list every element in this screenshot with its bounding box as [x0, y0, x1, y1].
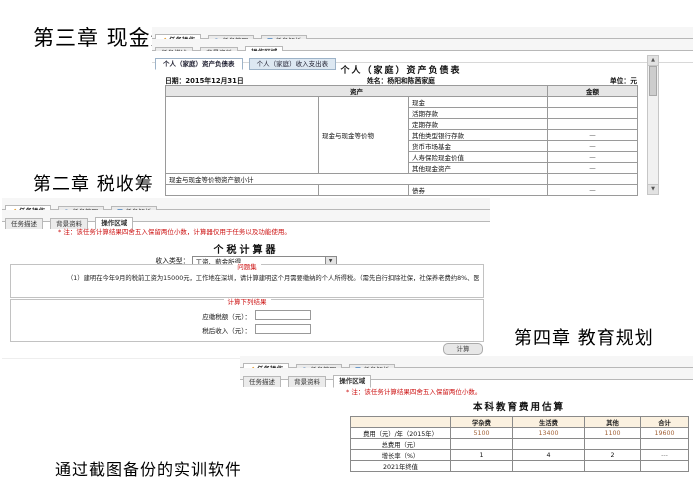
- answer-input-cell[interactable]: [513, 461, 585, 472]
- tax-calculator-title: 个税计算器: [2, 241, 490, 256]
- section-tabbar: 任务描述 背景资料 操作区域: [240, 368, 693, 380]
- result-box: 计算下列结果 应缴税额（元）： 税后收入（元）：: [10, 299, 484, 342]
- value-cell: 13400: [513, 428, 585, 439]
- corner-header: [351, 417, 451, 428]
- tax-calculator-window: 任务操作 任务管理 任务解析 任务描述 背景资料 操作区域 * 注：该任务计算结…: [2, 198, 490, 359]
- total-header: 合计: [641, 417, 689, 428]
- asset-item: 现金: [409, 97, 548, 108]
- balance-info-line: 日期：2015年12月31日 姓名：杨阳和陈茜家庭 单位：元: [165, 75, 637, 84]
- answer-input-cell[interactable]: [641, 461, 689, 472]
- question-box: 问题集 （1）建明在今年9月的税前工资为15000元，工作地在深圳，请计算建明这…: [10, 264, 484, 298]
- answer-input-cell[interactable]: [451, 461, 513, 472]
- category-cell: [166, 97, 319, 174]
- tab-background-material[interactable]: 背景资料: [288, 376, 326, 387]
- balance-unit: 单位：元: [610, 75, 637, 85]
- amount-cell: —: [548, 163, 638, 174]
- table-row: 债券 —: [166, 185, 638, 196]
- question-text: （1）建明在今年9月的税前工资为15000元，工作地在深圳，请计算建明这个月需要…: [67, 273, 479, 282]
- subtotal-label: 现金与现金等价物资产额小计: [166, 174, 548, 185]
- education-cost-table: 学杂费 生活费 其他 合计 费用（元）/年（2015年） 5100 13400 …: [350, 416, 689, 472]
- row-label: 2021年终值: [351, 461, 451, 472]
- living-header: 生活费: [513, 417, 585, 428]
- answer-input-cell[interactable]: [585, 461, 641, 472]
- balance-holder-name: 姓名：杨阳和陈茜家庭: [367, 77, 435, 85]
- screenshot-collage: 第三章 现金规划 第二章 税收筹划 第四章 教育规划 通过截图备份的实训软件题目…: [0, 0, 693, 493]
- subtotal-row: 现金与现金等价物资产额小计: [166, 174, 638, 185]
- asset-item: 定期存款: [409, 119, 548, 130]
- category-cell: [166, 185, 319, 196]
- value-cell: 5100: [451, 428, 513, 439]
- row-label: 费用（元）/年（2015年）: [351, 428, 451, 439]
- table-row: 增长率（%） 1 4 2 ---: [351, 450, 689, 461]
- answer-input-cell[interactable]: [641, 439, 689, 450]
- answer-input-cell[interactable]: [513, 439, 585, 450]
- calculate-button[interactable]: 计算: [443, 343, 483, 355]
- rounding-note: * 注：该任务计算结果四舍五入保留两位小数。: [346, 386, 481, 396]
- value-cell: 4: [513, 450, 585, 461]
- scroll-up-icon[interactable]: ▲: [648, 56, 658, 66]
- answer-input-cell[interactable]: [585, 439, 641, 450]
- amount-cell: —: [548, 130, 638, 141]
- sheet-tabbar: 个人（家庭）资产负债表 个人（家庭）收入支出表: [152, 51, 693, 63]
- row-label: 增长率（%）: [351, 450, 451, 461]
- tax-amount-label: 应缴税额（元）：: [202, 311, 251, 321]
- question-legend: 问题集: [11, 261, 483, 271]
- chapter4-label: 第四章 教育规划: [514, 324, 654, 350]
- amount-cell: —: [548, 152, 638, 163]
- asset-item: 其他现金资产: [409, 163, 548, 174]
- amount-cell: —: [548, 141, 638, 152]
- balance-sheet-window: 任务操作 任务管理 任务解析 任务描述 背景资料 操作区域 个人（家庭）资产负债…: [152, 27, 693, 197]
- tax-amount-input[interactable]: [255, 310, 311, 320]
- asset-item: 货币市场基金: [409, 141, 548, 152]
- result-legend: 计算下列结果: [11, 296, 483, 306]
- group-label-cell: 现金与现金等价物: [319, 97, 409, 174]
- value-cell: 2: [585, 450, 641, 461]
- value-cell: 19600: [641, 428, 689, 439]
- amount-header: 金额: [548, 86, 638, 97]
- table-header-row: 资产 金额: [166, 86, 638, 97]
- asset-item: 活期存款: [409, 108, 548, 119]
- calculation-note: * 注：该任务计算结果四舍五入保留两位小数，计算器仅用于任务以及功能使用。: [58, 226, 291, 236]
- after-tax-row: 税后收入（元）：: [11, 324, 483, 334]
- amount-input-cell[interactable]: [548, 108, 638, 119]
- value-cell: 1100: [585, 428, 641, 439]
- tuition-header: 学杂费: [451, 417, 513, 428]
- row-label: 总费用（元）: [351, 439, 451, 450]
- asset-item: 债券: [409, 185, 548, 196]
- vertical-scrollbar[interactable]: ▲ ▼: [647, 55, 659, 195]
- amount-input-cell[interactable]: [548, 97, 638, 108]
- section-tabbar: 任务描述 背景资料 操作区域: [2, 210, 490, 222]
- task-tabbar: 任务操作 任务管理 任务解析: [152, 27, 693, 39]
- value-cell: 1: [451, 450, 513, 461]
- tab-task-description[interactable]: 任务描述: [243, 376, 281, 387]
- tax-amount-row: 应缴税额（元）：: [11, 310, 483, 320]
- table-header-row: 学杂费 生活费 其他 合计: [351, 417, 689, 428]
- section-tabbar: 任务描述 背景资料 操作区域: [152, 39, 693, 51]
- balance-table: 资产 金额 现金与现金等价物 现金 活期存款 定期存款 其他类型银行存款— 货币…: [165, 85, 638, 196]
- amount-cell: —: [548, 185, 638, 196]
- table-row: 2021年终值: [351, 461, 689, 472]
- asset-header: 资产: [166, 86, 548, 97]
- balance-date: 日期：2015年12月31日: [165, 75, 244, 85]
- table-row: 现金与现金等价物 现金: [166, 97, 638, 108]
- scroll-down-icon[interactable]: ▼: [648, 184, 658, 194]
- education-cost-title: 本科教育费用估算: [350, 399, 688, 413]
- group-label-cell: [319, 185, 409, 196]
- after-tax-income-label: 税后收入（元）：: [202, 325, 251, 335]
- other-header: 其他: [585, 417, 641, 428]
- scrollbar-thumb[interactable]: [649, 66, 657, 96]
- task-tabbar: 任务操作 任务管理 任务解析: [240, 356, 693, 368]
- asset-item: 人寿保险现金价值: [409, 152, 548, 163]
- after-tax-income-input[interactable]: [255, 324, 311, 334]
- education-planning-window: 任务操作 任务管理 任务解析 任务描述 背景资料 操作区域 * 注：该任务计算结…: [240, 356, 693, 493]
- tab-task-description[interactable]: 任务描述: [5, 218, 43, 229]
- answer-input-cell[interactable]: [451, 439, 513, 450]
- asset-item: 其他类型银行存款: [409, 130, 548, 141]
- amount-input-cell[interactable]: [548, 119, 638, 130]
- value-cell: ---: [641, 450, 689, 461]
- table-row: 总费用（元）: [351, 439, 689, 450]
- task-tabbar: 任务操作 任务管理 任务解析: [2, 198, 490, 210]
- table-row: 费用（元）/年（2015年） 5100 13400 1100 19600: [351, 428, 689, 439]
- subtotal-amount-cell[interactable]: [548, 174, 638, 185]
